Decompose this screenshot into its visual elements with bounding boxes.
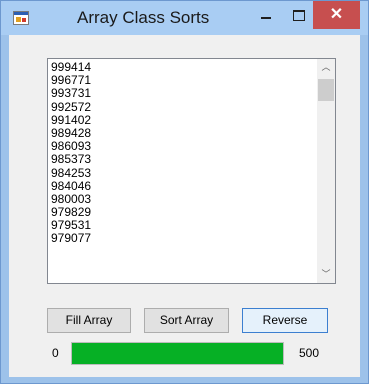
list-item[interactable]: 993731 [49,87,317,100]
list-item[interactable]: 984253 [49,166,317,180]
list-item[interactable]: 984046 [49,179,317,193]
list-item[interactable]: 979077 [49,232,317,245]
scroll-thumb[interactable] [318,79,334,101]
window-title: Array Class Sorts [77,8,210,27]
app-window-icon[interactable] [13,11,29,25]
close-button[interactable]: ✕ [313,1,360,29]
chevron-up-icon[interactable]: ︿ [317,59,335,76]
sort-array-button[interactable]: Sort Array [144,308,229,333]
fill-array-button[interactable]: Fill Array [47,308,131,333]
title-bar[interactable]: Array Class Sorts ✕ [1,1,368,35]
minimize-icon [261,17,271,20]
list-item[interactable]: 985373 [49,153,317,166]
minimize-button[interactable] [251,2,281,28]
maximize-icon [293,9,305,21]
maximize-button[interactable] [284,2,314,28]
client-area: 999414 996771 993731 992572 991402 989428 9860… [9,35,360,377]
progress-max-label: 500 [299,346,320,360]
chevron-down-icon[interactable]: ﹀ [317,266,335,283]
numbers-listbox[interactable]: 999414 996771 993731 992572 991402 989428 9860… [47,58,336,284]
main-window: Array Class Sorts ✕ 999414 996771 993731 99… [0,0,369,384]
progress-fill [72,343,283,364]
progress-bar [71,342,284,365]
progress-min-label: 0 [52,346,59,360]
list-item[interactable]: 991402 [49,113,317,127]
vertical-scrollbar[interactable]: ︿ ﹀ [317,59,335,283]
list-items-container: 999414 996771 993731 992572 991402 989428 9860… [49,60,317,246]
close-icon: ✕ [329,6,344,23]
reverse-button[interactable]: Reverse [242,308,328,333]
list-item[interactable]: 992572 [49,100,317,114]
